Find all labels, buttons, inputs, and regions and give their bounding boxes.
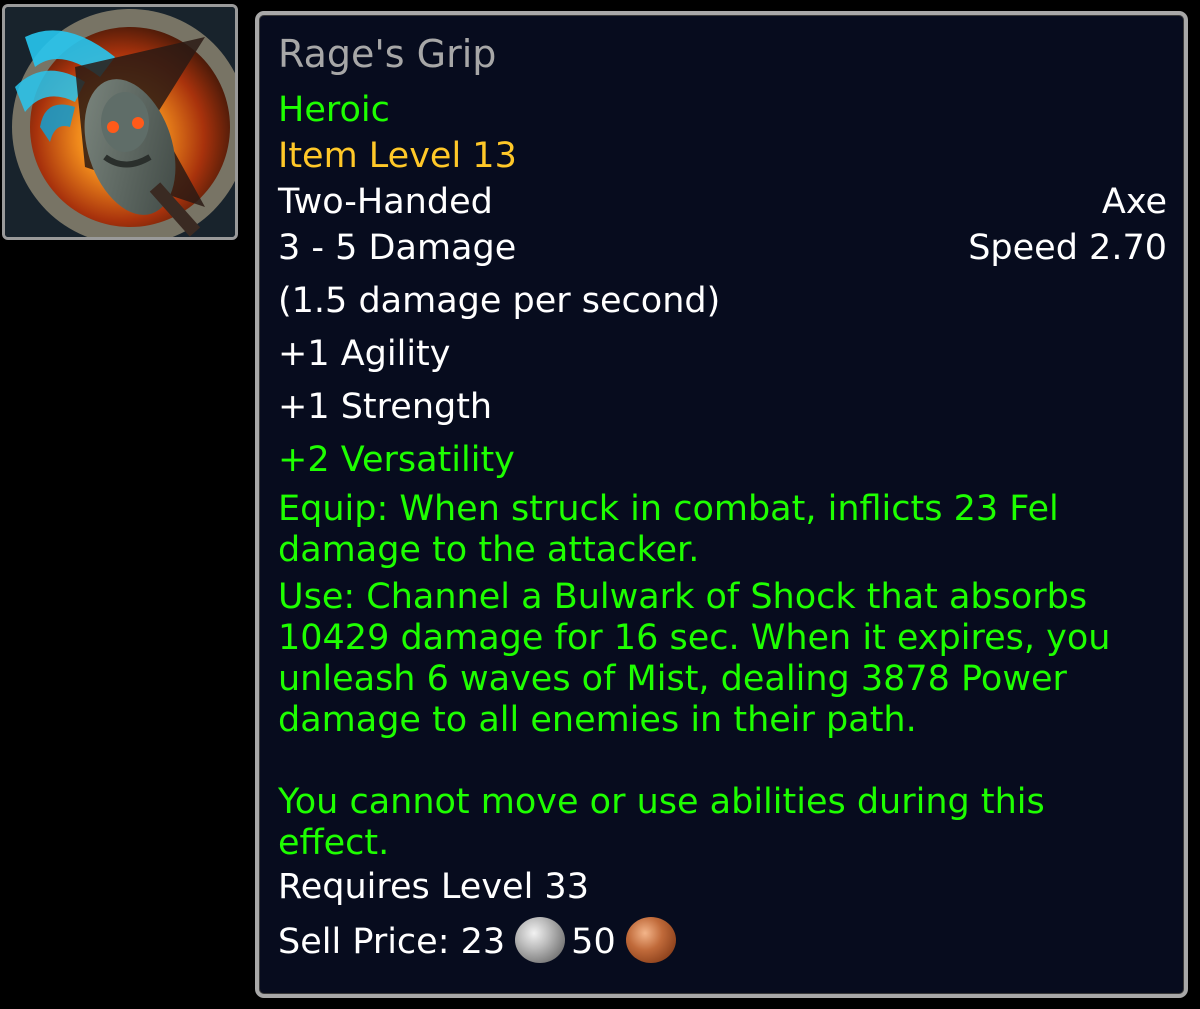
stat-agility: +1 Agility	[278, 334, 451, 374]
item-tooltip: Rage's Grip Heroic Item Level 13 Two-Han…	[255, 11, 1188, 998]
axe-item-icon	[5, 7, 235, 237]
level-requirement: Requires Level 33	[278, 867, 589, 907]
sell-price-copper: 50	[571, 922, 616, 962]
copper-coin-icon	[625, 917, 676, 963]
tooltip-content: Rage's Grip Heroic Item Level 13 Two-Han…	[278, 29, 1167, 965]
use-effect-note: You cannot move or use abilities during …	[278, 782, 1045, 863]
stat-strength: +1 Strength	[278, 387, 493, 427]
item-difficulty: Heroic	[278, 90, 390, 130]
item-slot: Two-Handed	[278, 182, 493, 222]
equip-effect: Equip: When struck in combat, inflicts 2…	[278, 489, 1059, 570]
stat-versatility: +2 Versatility	[278, 440, 515, 480]
item-name: Rage's Grip	[278, 32, 497, 76]
item-damage: 3 - 5 Damage	[278, 228, 517, 268]
item-icon-frame[interactable]	[2, 4, 238, 240]
item-dps: (1.5 damage per second)	[278, 281, 721, 321]
sell-price: Sell Price: 23 50	[278, 917, 1167, 965]
item-level: Item Level 13	[278, 136, 517, 176]
slot-type-row: Two-Handed Axe	[278, 179, 1167, 225]
sell-price-label: Sell Price: 23	[278, 922, 506, 962]
use-effect: Use: Channel a Bulwark of Shock that abs…	[278, 577, 1111, 740]
item-speed: Speed 2.70	[968, 228, 1167, 268]
item-type: Axe	[1101, 182, 1167, 222]
silver-coin-icon	[515, 917, 566, 963]
damage-speed-row: 3 - 5 Damage Speed 2.70	[278, 225, 1167, 271]
